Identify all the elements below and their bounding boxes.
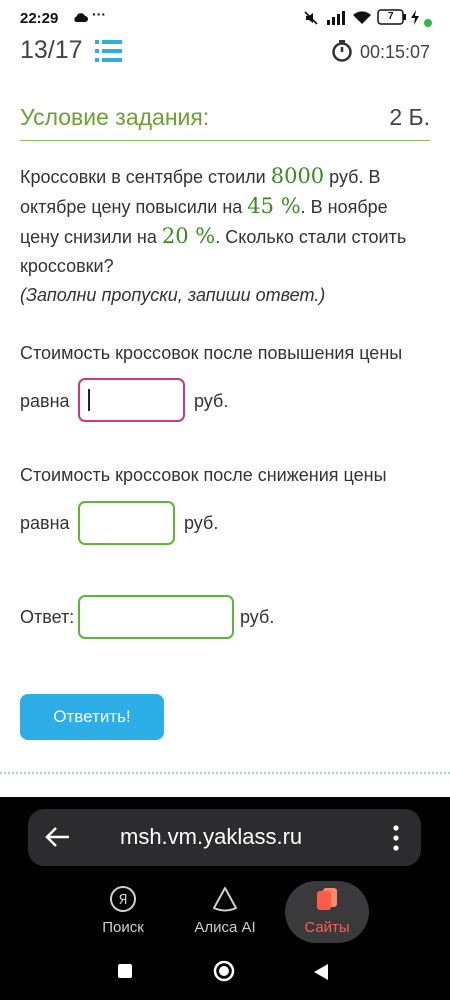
battery-level: 7 <box>388 11 394 22</box>
task-number: 8000 <box>270 164 325 188</box>
tab-search[interactable]: Я Поиск <box>81 881 165 943</box>
answer-label: Ответ: <box>20 607 75 627</box>
task-hint: (Заполни пропуски, запиши ответ.) <box>20 285 326 305</box>
address-bar[interactable]: msh.vm.yaklass.ru <box>28 809 421 866</box>
stopwatch-icon <box>331 40 353 62</box>
dotted-divider <box>0 772 450 774</box>
square-icon <box>118 964 132 978</box>
recents-button[interactable] <box>117 963 133 984</box>
task-text-part: Кроссовки в сентябре стоили <box>20 167 271 187</box>
url-text[interactable]: msh.vm.yaklass.ru <box>120 824 302 850</box>
submit-button[interactable]: Ответить! <box>20 694 164 740</box>
tab-sites[interactable]: Сайты <box>285 881 369 943</box>
q2-input[interactable] <box>78 501 175 545</box>
tab-alice[interactable]: Алиса AI <box>183 881 267 943</box>
home-circle-icon <box>213 960 235 982</box>
more-notifications-icon: ··· <box>92 6 106 22</box>
answer-unit: руб. <box>240 607 275 627</box>
q1-word: равна <box>20 391 70 411</box>
progress-counter: 13/17 <box>20 36 83 64</box>
q1-input[interactable] <box>78 378 185 422</box>
browser-bottom-bar: msh.vm.yaklass.ru Я Поиск Алиса AI Сайты <box>0 797 450 1000</box>
search-ya-icon: Я <box>110 886 136 912</box>
q2-unit: руб. <box>184 513 219 533</box>
timer: 00:15:07 <box>360 42 431 62</box>
signal-icon <box>326 10 346 28</box>
task-number: 45 % <box>247 194 301 218</box>
q2-label: Стоимость кроссовок после снижения цены <box>20 465 387 485</box>
q1-unit: руб. <box>194 391 229 411</box>
q2-word: равна <box>20 513 70 533</box>
task-number: 20 % <box>161 224 216 248</box>
status-bar: 22:29 ··· 7 <box>0 0 450 38</box>
tab-label: Алиса AI <box>194 919 256 936</box>
back-button[interactable] <box>313 963 329 986</box>
mute-icon <box>303 10 319 29</box>
divider <box>20 140 430 141</box>
task-list-icon[interactable] <box>95 40 122 62</box>
charging-icon <box>410 10 420 28</box>
cloud-icon <box>72 10 88 26</box>
answer-input[interactable] <box>78 595 234 639</box>
tab-label: Сайты <box>304 919 350 936</box>
sites-icon <box>317 888 337 910</box>
alice-icon <box>213 887 237 912</box>
text-cursor <box>88 389 90 411</box>
task-statement: Кроссовки в сентябре стоили 8000 руб. В … <box>20 162 430 310</box>
home-button[interactable] <box>213 960 235 987</box>
back-arrow-icon[interactable] <box>44 826 70 848</box>
svg-text:Я: Я <box>118 893 127 908</box>
back-triangle-icon <box>314 964 328 980</box>
task-title: Условие задания: <box>20 104 210 130</box>
notification-dot-icon <box>424 14 432 30</box>
wifi-icon <box>352 10 372 28</box>
status-time: 22:29 <box>20 10 59 27</box>
tab-label: Поиск <box>102 919 144 936</box>
q1-label: Стоимость кроссовок после повышения цены <box>20 343 403 363</box>
menu-dots-icon[interactable] <box>393 825 399 851</box>
task-points: 2 Б. <box>389 104 430 130</box>
